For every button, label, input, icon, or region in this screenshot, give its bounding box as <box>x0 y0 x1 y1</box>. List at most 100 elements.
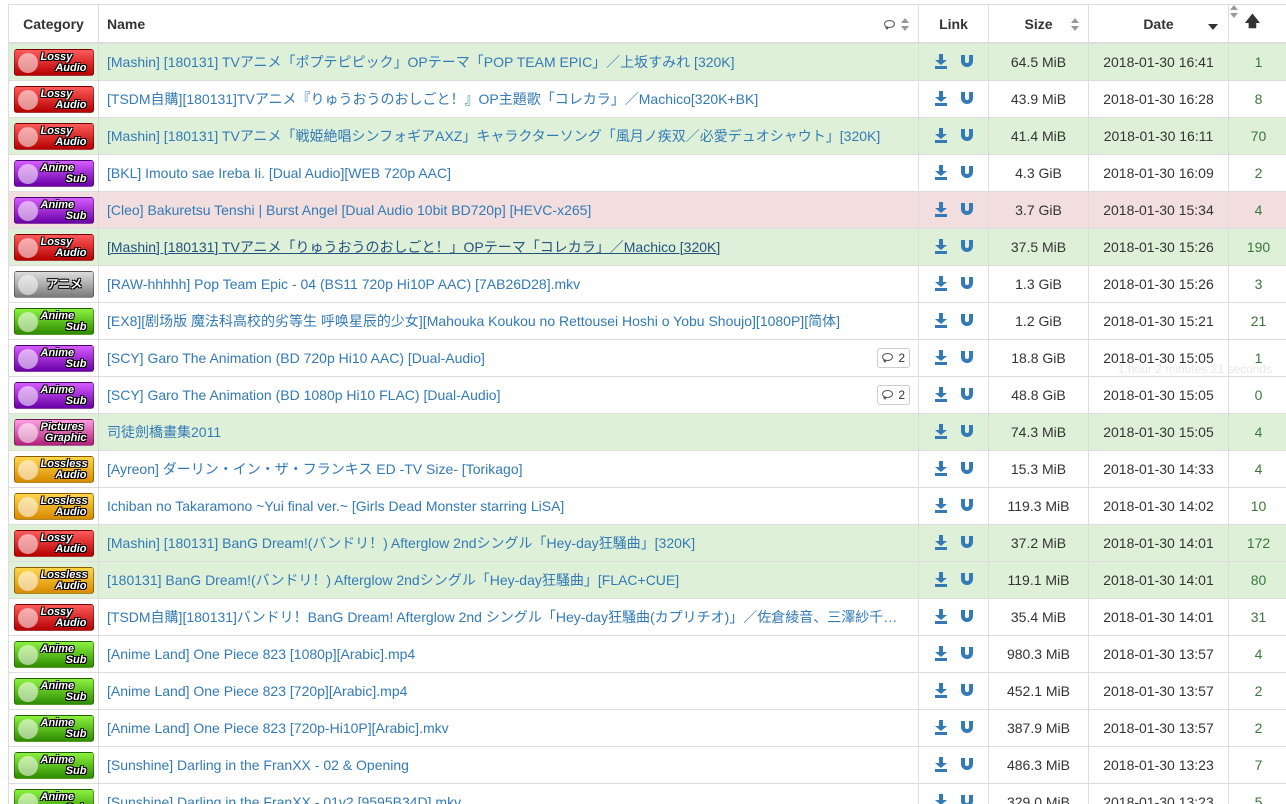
magnet-icon[interactable] <box>960 684 973 698</box>
magnet-icon[interactable] <box>960 758 973 772</box>
category-badge[interactable]: Lossy Audio <box>13 122 94 150</box>
size-cell: 37.5 MiB <box>989 229 1089 265</box>
category-badge[interactable]: Anime Sub <box>13 307 94 335</box>
download-icon[interactable] <box>934 609 949 625</box>
category-badge[interactable]: Anime Sub <box>13 677 94 705</box>
magnet-icon[interactable] <box>960 129 973 143</box>
sort-comments-icon[interactable] <box>900 18 910 32</box>
magnet-icon[interactable] <box>960 536 973 550</box>
column-date[interactable]: Date <box>1089 5 1229 42</box>
magnet-icon[interactable] <box>960 425 973 439</box>
torrent-list: Category Name Link Size Date 🡅 Lossy Aud… <box>0 0 1286 804</box>
torrent-title-link[interactable]: [EX8][剧场版 魔法科高校的劣等生 呼唤星辰的少女][Mahouka Kou… <box>107 311 840 331</box>
download-icon[interactable] <box>934 313 949 329</box>
download-icon[interactable] <box>934 498 949 514</box>
category-badge[interactable]: Lossy Audio <box>13 48 94 76</box>
torrent-title-link[interactable]: [Ayreon] ダーリン・イン・ザ・フランキス ED -TV Size- [T… <box>107 459 523 479</box>
download-icon[interactable] <box>934 350 949 366</box>
download-icon[interactable] <box>934 387 949 403</box>
category-badge[interactable]: Anime Sub <box>13 344 94 372</box>
download-icon[interactable] <box>934 276 949 292</box>
torrent-title-link[interactable]: [TSDM自購][180131]バンドリ！BanG Dream! Aftergl… <box>107 607 897 627</box>
torrent-title-link[interactable]: 司徒劍橋畫集2011 <box>107 422 221 442</box>
magnet-icon[interactable] <box>960 573 973 587</box>
category-badge[interactable]: Lossy Audio <box>13 233 94 261</box>
comment-count[interactable]: 2 <box>877 385 910 405</box>
category-badge[interactable]: Anime Sub <box>13 159 94 187</box>
column-size[interactable]: Size <box>989 5 1089 42</box>
category-badge[interactable]: Anime Sub <box>13 788 94 804</box>
torrent-title-link[interactable]: [SCY] Garo The Animation (BD 1080p Hi10 … <box>107 387 500 403</box>
category-badge[interactable]: Anime Sub <box>13 751 94 779</box>
category-badge[interactable]: Lossy Audio <box>13 85 94 113</box>
torrent-title-link[interactable]: [Anime Land] One Piece 823 [1080p][Arabi… <box>107 646 415 662</box>
torrent-title-link[interactable]: [Mashin] [180131] TVアニメ「りゅうおうのおしごと！」OPテー… <box>107 237 720 257</box>
category-badge[interactable]: Lossless Audio <box>13 492 94 520</box>
download-icon[interactable] <box>934 757 949 773</box>
download-icon[interactable] <box>934 720 949 736</box>
magnet-icon[interactable] <box>960 351 973 365</box>
download-icon[interactable] <box>934 646 949 662</box>
comment-count[interactable]: 2 <box>877 348 910 368</box>
magnet-icon[interactable] <box>960 462 973 476</box>
torrent-title-link[interactable]: [Anime Land] One Piece 823 [720p-Hi10P][… <box>107 720 449 736</box>
torrent-title-link[interactable]: [Sunshine] Darling in the FranXX - 01v2 … <box>107 794 461 804</box>
torrent-title-link[interactable]: Ichiban no Takaramono ~Yui final ver.~ [… <box>107 498 564 514</box>
magnet-icon[interactable] <box>960 166 973 180</box>
download-icon[interactable] <box>934 683 949 699</box>
category-badge[interactable]: アニメ <box>13 270 94 298</box>
download-icon[interactable] <box>934 424 949 440</box>
category-badge[interactable]: Anime Sub <box>13 381 94 409</box>
download-icon[interactable] <box>934 54 949 70</box>
magnet-icon[interactable] <box>960 388 973 402</box>
column-size-label: Size <box>1024 15 1053 32</box>
download-icon[interactable] <box>934 91 949 107</box>
category-badge[interactable]: Anime Sub <box>13 714 94 742</box>
sort-date-desc-icon[interactable] <box>1208 24 1218 30</box>
column-category[interactable]: Category <box>9 5 99 42</box>
download-icon[interactable] <box>934 165 949 181</box>
column-name[interactable]: Name <box>99 5 919 42</box>
column-seeders[interactable]: 🡅 <box>1229 5 1286 42</box>
category-badge[interactable]: Lossless Audio <box>13 455 94 483</box>
magnet-icon[interactable] <box>960 240 973 254</box>
magnet-icon[interactable] <box>960 647 973 661</box>
download-icon[interactable] <box>934 202 949 218</box>
category-badge[interactable]: Anime Sub <box>13 196 94 224</box>
torrent-title-link[interactable]: [180131] BanG Dream!(バンドリ！) Afterglow 2n… <box>107 570 679 590</box>
torrent-title-link[interactable]: [Cleo] Bakuretsu Tenshi | Burst Angel [D… <box>107 202 591 218</box>
category-badge[interactable]: Anime Sub <box>13 640 94 668</box>
download-icon[interactable] <box>934 239 949 255</box>
torrent-title-link[interactable]: [TSDM自購][180131]TVアニメ『りゅうおうのおしごと！』OP主題歌「… <box>107 89 758 109</box>
sort-size-icon[interactable] <box>1070 18 1080 32</box>
torrent-title-link[interactable]: [Mashin] [180131] TVアニメ「戦姫絶唱シンフォギアAXZ」キャ… <box>107 126 880 146</box>
magnet-icon[interactable] <box>960 499 973 513</box>
magnet-icon[interactable] <box>960 314 973 328</box>
download-icon[interactable] <box>934 794 949 804</box>
torrent-title-link[interactable]: [SCY] Garo The Animation (BD 720p Hi10 A… <box>107 350 485 366</box>
download-icon[interactable] <box>934 128 949 144</box>
category-badge[interactable]: Lossless Audio <box>13 566 94 594</box>
seeders-cell: 31 <box>1229 599 1286 635</box>
torrent-title-link[interactable]: [Sunshine] Darling in the FranXX - 02 & … <box>107 757 409 773</box>
torrent-title-link[interactable]: [Anime Land] One Piece 823 [720p][Arabic… <box>107 683 407 699</box>
magnet-icon[interactable] <box>960 795 973 804</box>
torrent-title-link[interactable]: [RAW-hhhhh] Pop Team Epic - 04 (BS11 720… <box>107 276 580 292</box>
magnet-icon[interactable] <box>960 92 973 106</box>
magnet-icon[interactable] <box>960 277 973 291</box>
torrent-title-link[interactable]: [Mashin] [180131] BanG Dream!(バンドリ！) Aft… <box>107 533 695 553</box>
magnet-icon[interactable] <box>960 610 973 624</box>
download-icon[interactable] <box>934 461 949 477</box>
torrent-title-link[interactable]: [BKL] Imouto sae Ireba Ii. [Dual Audio][… <box>107 165 451 181</box>
torrent-title-link[interactable]: [Mashin] [180131] TVアニメ「ポプテピピック」OPテーマ「PO… <box>107 52 735 72</box>
category-badge[interactable]: Lossy Audio <box>13 603 94 631</box>
magnet-icon[interactable] <box>960 203 973 217</box>
sort-seeders-icon[interactable] <box>1262 17 1270 31</box>
download-icon[interactable] <box>934 572 949 588</box>
magnet-icon[interactable] <box>960 721 973 735</box>
category-badge[interactable]: Pictures Graphic <box>13 418 94 446</box>
magnet-icon[interactable] <box>960 55 973 69</box>
download-icon[interactable] <box>934 535 949 551</box>
comments-icon[interactable] <box>884 17 898 33</box>
category-badge[interactable]: Lossy Audio <box>13 529 94 557</box>
